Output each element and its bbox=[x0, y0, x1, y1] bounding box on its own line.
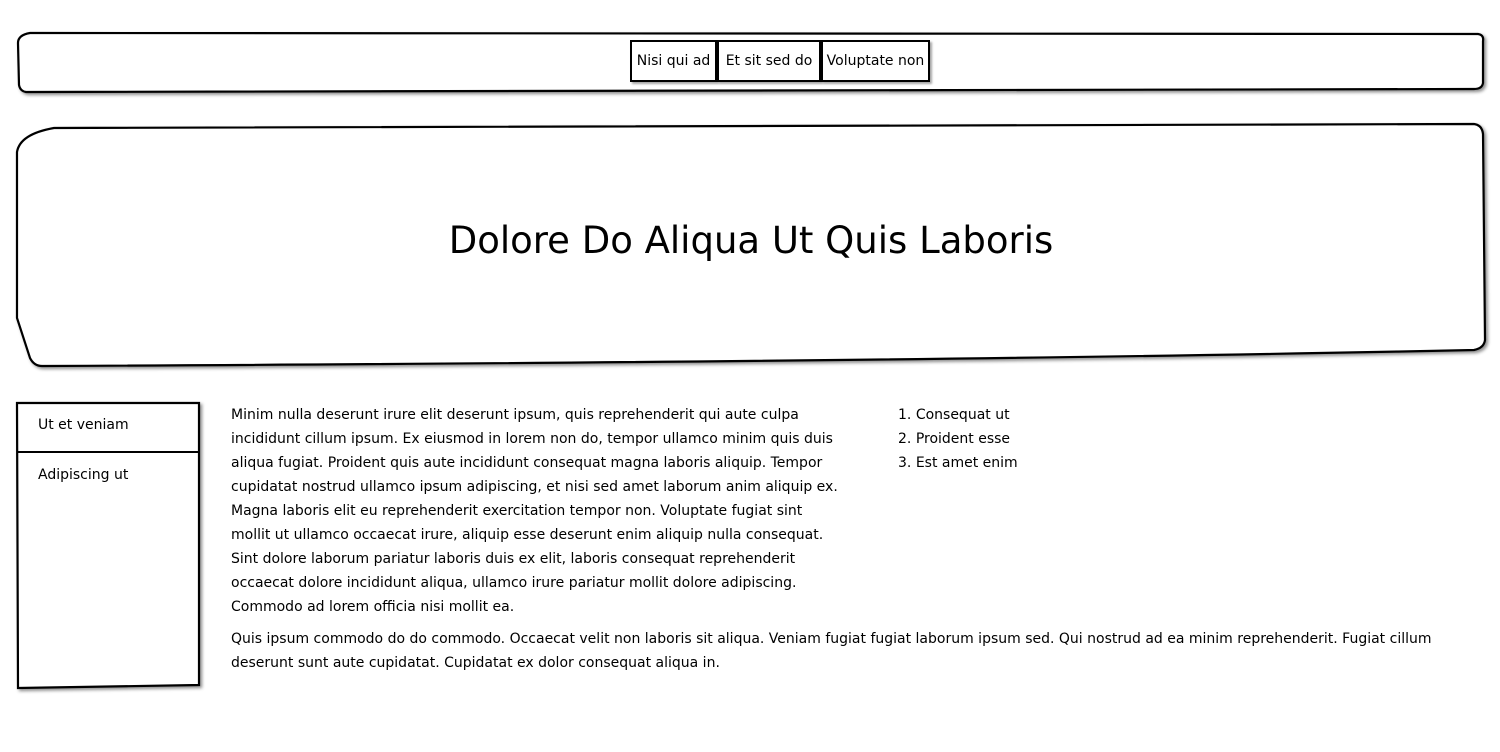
list-item-number: 3. bbox=[898, 455, 912, 471]
nav-button-label: Voluptate non bbox=[826, 53, 925, 69]
sidebar bbox=[15, 401, 201, 690]
list-item: 1. Consequat ut bbox=[898, 403, 1018, 427]
nav-button-voluptate-non[interactable]: Voluptate non bbox=[821, 40, 930, 82]
nav-button-label: Et sit sed do bbox=[725, 53, 813, 69]
list-item: 2. Proident esse bbox=[898, 427, 1018, 451]
sidebar-divider bbox=[17, 451, 199, 453]
nav-button-label: Nisi qui ad bbox=[636, 53, 711, 69]
list-item-text: Consequat ut bbox=[915, 407, 1010, 423]
sidebar-item-adipiscing-ut[interactable]: Adipiscing ut bbox=[38, 467, 128, 483]
body-paragraph: Minim nulla deserunt irure elit deserunt… bbox=[231, 407, 838, 615]
sidebar-item-ut-et-veniam[interactable]: Ut et veniam bbox=[38, 417, 129, 433]
list-item-text: Proident esse bbox=[915, 431, 1011, 447]
sidebar-item-label: Ut et veniam bbox=[38, 417, 129, 433]
sidebar-item-label: Adipiscing ut bbox=[38, 467, 129, 483]
list-item: 3. Est amet enim bbox=[898, 451, 1018, 475]
nav-button-nisi-qui-ad[interactable]: Nisi qui ad bbox=[630, 40, 717, 82]
nav-button-et-sit-sed-do[interactable]: Et sit sed do bbox=[717, 40, 821, 82]
list-item-number: 1. bbox=[898, 407, 912, 423]
body-paragraph: Quis ipsum commodo do do commodo. Occaec… bbox=[231, 631, 1432, 671]
list-item-number: 2. bbox=[898, 431, 912, 447]
page-title: Dolore Do Aliqua Ut Quis Laboris bbox=[448, 219, 1054, 262]
list-item-text: Est amet enim bbox=[915, 455, 1018, 471]
ordered-list: 1. Consequat ut 2. Proident esse 3. Est … bbox=[898, 403, 1018, 475]
